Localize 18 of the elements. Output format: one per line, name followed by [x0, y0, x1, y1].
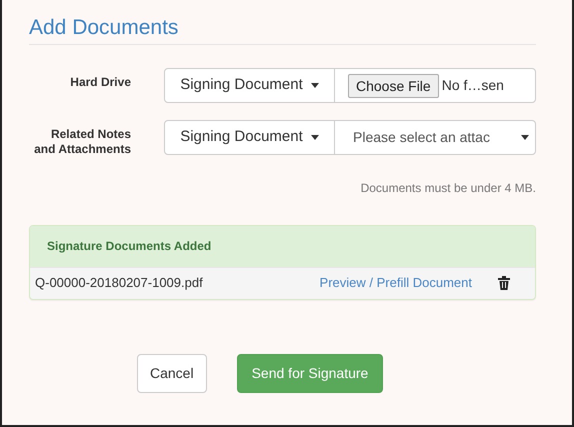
type-dropdown[interactable]: Signing Document [164, 120, 335, 155]
preview-link[interactable]: Preview / Prefill Document [320, 273, 472, 292]
caret-icon [310, 135, 319, 140]
attachment-select[interactable]: Please select an attac [335, 120, 536, 155]
field-label: Hard Drive [69, 74, 131, 90]
cancel-button[interactable]: Cancel [137, 354, 207, 392]
file-name-text: No f…sen [442, 76, 504, 95]
caret-icon [310, 83, 319, 88]
panel-header: Signature Documents Added [30, 226, 535, 267]
caret-icon [521, 135, 529, 140]
file-name: Q-00000-20180207-1009.pdf [35, 274, 204, 292]
dialog-title: Add Documents [29, 15, 180, 41]
choose-file-button[interactable]: Choose File [348, 74, 439, 98]
trash-icon[interactable] [498, 276, 510, 290]
field-label: Related Notes and Attachments [33, 126, 131, 157]
size-note: Documents must be under 4 MB. [360, 180, 536, 197]
file-field[interactable]: Choose File No f…sen [335, 68, 536, 103]
type-dropdown[interactable]: Signing Document [164, 68, 335, 103]
